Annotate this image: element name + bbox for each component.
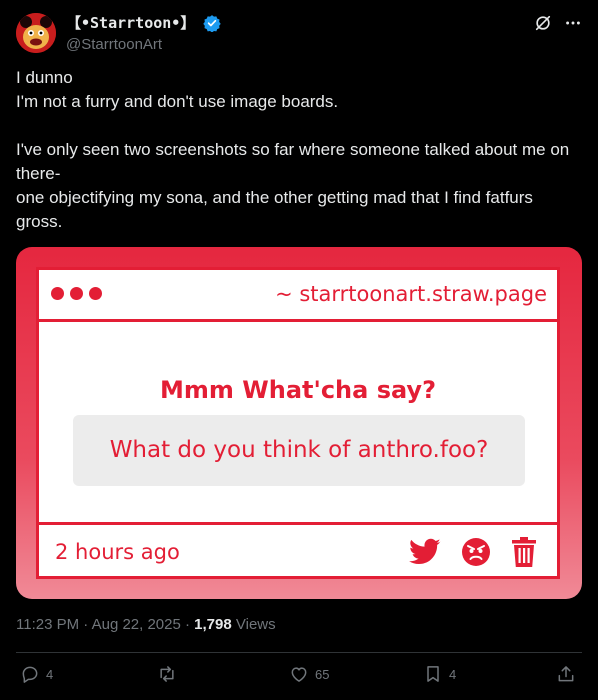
window-title-bar: ~ starrtoonart.straw.page: [39, 270, 557, 322]
reply-button[interactable]: 4: [20, 664, 53, 684]
window-url: ~ starrtoonart.straw.page: [275, 282, 547, 306]
window-dot: [70, 287, 83, 300]
like-button[interactable]: 65: [289, 664, 329, 684]
tweet-paragraph: I've only seen two screenshots so far wh…: [16, 140, 570, 231]
trash-icon: [511, 537, 537, 572]
repost-button[interactable]: [157, 664, 183, 684]
views-count[interactable]: 1,798: [194, 616, 232, 633]
repost-icon: [157, 664, 177, 684]
angry-face-icon: [461, 537, 491, 572]
window-dots: [51, 287, 102, 300]
display-name[interactable]: 【•Starrtoon•】: [66, 12, 195, 33]
handle[interactable]: @StarrtoonArt: [66, 36, 221, 53]
window-footer: 2 hours ago: [39, 522, 557, 582]
action-bar: 4 65 4: [16, 664, 582, 690]
timestamp[interactable]: 11:23 PM · Aug 22, 2025 ·: [16, 616, 194, 633]
grok-icon[interactable]: [534, 14, 552, 32]
prompt-heading: Mmm What'cha say?: [160, 376, 436, 404]
views-label: Views: [231, 616, 276, 633]
tweet-header: 【•Starrtoon•】 @StarrtoonArt: [16, 10, 582, 54]
more-options-icon[interactable]: [564, 14, 582, 32]
window-dot: [89, 287, 102, 300]
avatar[interactable]: [16, 13, 56, 53]
author-names: 【•Starrtoon•】 @StarrtoonArt: [66, 12, 221, 53]
time-ago: 2 hours ago: [55, 540, 180, 564]
like-count: 65: [315, 666, 330, 682]
header-actions: [534, 14, 582, 32]
twitter-bird-icon: [409, 538, 441, 571]
share-button[interactable]: [556, 664, 576, 684]
tweet-text: I dunno I'm not a furry and don't use im…: [16, 66, 576, 234]
heart-icon: [289, 664, 309, 684]
browser-window-frame: ~ starrtoonart.straw.page Mmm What'cha s…: [36, 267, 560, 579]
question-text: What do you think of anthro.foo?: [73, 415, 525, 486]
card-icons: [409, 537, 537, 572]
bookmark-icon: [423, 664, 443, 684]
attached-image[interactable]: ~ starrtoonart.straw.page Mmm What'cha s…: [16, 247, 582, 599]
divider: [16, 652, 582, 653]
reply-icon: [20, 664, 40, 684]
share-icon: [556, 664, 576, 684]
tweet-meta: 11:23 PM · Aug 22, 2025 · 1,798 Views: [16, 616, 276, 633]
tweet-paragraph: I dunno I'm not a furry and don't use im…: [16, 68, 339, 111]
bookmark-button[interactable]: 4: [423, 664, 456, 684]
window-dot: [51, 287, 64, 300]
verified-badge-icon: [203, 14, 221, 33]
reply-count: 4: [46, 666, 54, 682]
bookmark-count: 4: [449, 666, 457, 682]
